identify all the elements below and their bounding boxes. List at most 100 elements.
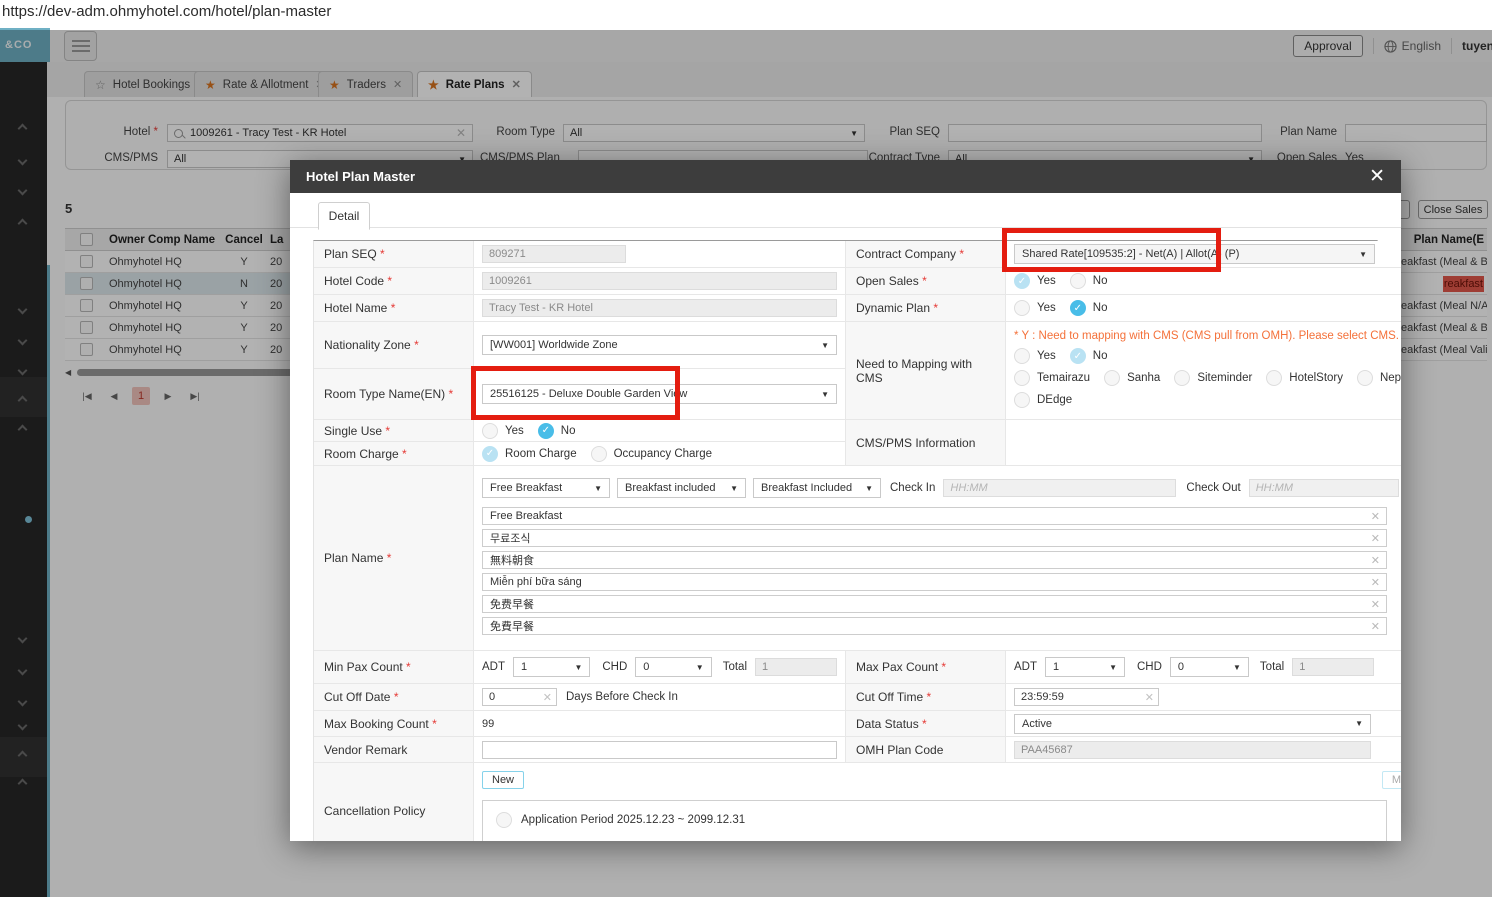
clear-icon[interactable]: ✕ xyxy=(1371,532,1380,545)
check-icon: ✓ xyxy=(1017,275,1027,287)
chevron-down-icon: ▼ xyxy=(1359,249,1367,259)
room-charge-label: Room Charge * xyxy=(314,442,474,466)
omh-plan-code-label: OMH Plan Code xyxy=(846,737,1006,763)
cms-mapping-label: Need to Mapping with CMS xyxy=(846,322,1006,420)
cut-off-time-label: Cut Off Time * xyxy=(846,684,1006,711)
modal-close-icon[interactable]: ✕ xyxy=(1369,167,1385,186)
annotation-room-type xyxy=(471,366,680,420)
max-booking-count-label: Max Booking Count * xyxy=(314,711,474,737)
dynamic-plan-no-radio[interactable]: ✓ xyxy=(1069,300,1086,316)
browser-url-bar: https://dev-adm.ohmyhotel.com/hotel/plan… xyxy=(0,0,1492,30)
cms-mapping-no-radio[interactable]: ✓ xyxy=(1069,348,1086,364)
modal-header: Hotel Plan Master ✕ xyxy=(290,160,1401,193)
cms-pms-information-value xyxy=(1006,420,1401,466)
max-pax-count-label: Max Pax Count * xyxy=(846,651,1006,684)
plan-name-type-select-2[interactable]: Breakfast included ▼ xyxy=(617,478,746,498)
chevron-down-icon: ▼ xyxy=(730,483,738,493)
chevron-down-icon: ▼ xyxy=(865,483,873,493)
hotel-plan-master-modal: Hotel Plan Master ✕ Detail Plan SEQ * Co… xyxy=(290,160,1401,841)
open-sales-yes-radio[interactable]: ✓ xyxy=(1014,273,1030,289)
vendor-remark-input[interactable] xyxy=(482,740,837,759)
cancellation-policy-box: ✓ Application Period 2025.12.23 ~ 2099.1… xyxy=(482,800,1387,841)
occupancy-charge-radio[interactable]: ✓ xyxy=(590,445,607,462)
check-in-input[interactable] xyxy=(943,479,1177,497)
min-pax-adt-select[interactable]: 1 ▼ xyxy=(513,657,591,677)
single-use-no-radio[interactable]: ✓ xyxy=(537,422,554,439)
plan-seq-input xyxy=(482,245,626,263)
cms-mapping-yes-radio[interactable]: ✓ xyxy=(1014,348,1030,364)
screen: https://dev-adm.ohmyhotel.com/hotel/plan… xyxy=(0,0,1492,897)
plan-name-label: Plan Name * xyxy=(314,466,474,651)
check-in-label: Check In xyxy=(890,482,936,494)
min-pax-count-label: Min Pax Count * xyxy=(314,651,474,684)
check-icon: ✓ xyxy=(541,425,550,436)
plan-name-input-en[interactable]: Free Breakfast ✕ xyxy=(482,507,1387,525)
plan-form: Plan SEQ * Contract Company * Shared Rat… xyxy=(313,240,1401,841)
max-pax-chd-select[interactable]: 0 ▼ xyxy=(1169,657,1249,677)
vendor-remark-label: Vendor Remark xyxy=(314,737,474,763)
room-type-name-label: Room Type Name(EN) * xyxy=(314,369,474,420)
policy-radio[interactable]: ✓ xyxy=(496,812,512,828)
clear-icon[interactable]: ✕ xyxy=(1371,598,1380,611)
check-out-input[interactable] xyxy=(1248,479,1399,497)
open-sales-label: Open Sales * xyxy=(846,268,1006,295)
tab-detail[interactable]: Detail xyxy=(318,202,370,230)
plan-name-input-zh-tw[interactable]: 免費早餐 ✕ xyxy=(482,617,1387,635)
nationality-zone-select[interactable]: [WW001] Worldwide Zone ▼ xyxy=(482,335,837,355)
min-pax-chd-select[interactable]: 0 ▼ xyxy=(635,657,712,677)
annotation-contract-company xyxy=(1002,228,1221,272)
clear-icon[interactable]: ✕ xyxy=(1371,576,1380,589)
cms-temairazu-radio[interactable]: ✓ xyxy=(1014,370,1030,386)
dynamic-plan-yes-radio[interactable]: ✓ xyxy=(1014,300,1030,316)
hotel-code-input xyxy=(482,272,837,290)
contract-company-label: Contract Company * xyxy=(846,241,1006,268)
plan-name-input-ja[interactable]: 無料朝食 ✕ xyxy=(482,551,1387,569)
clear-icon[interactable]: ✕ xyxy=(1371,554,1380,567)
data-status-select[interactable]: Active ▼ xyxy=(1014,713,1371,734)
clear-icon[interactable]: ✕ xyxy=(1371,620,1380,633)
cms-neppan-radio[interactable]: ✓ xyxy=(1356,370,1373,386)
check-icon: ✓ xyxy=(1073,302,1082,314)
cms-mapping-note: * Y : Need to mapping with CMS (CMS pull… xyxy=(1014,330,1399,342)
chevron-down-icon: ▼ xyxy=(594,483,602,493)
plan-name-type-select-3[interactable]: Breakfast Included ▼ xyxy=(753,478,881,498)
page-url: https://dev-adm.ohmyhotel.com/hotel/plan… xyxy=(2,3,332,20)
clear-icon[interactable]: ✕ xyxy=(1145,691,1154,704)
min-pax-total-input xyxy=(755,658,837,676)
cms-sanha-radio[interactable]: ✓ xyxy=(1104,370,1121,386)
check-icon: ✓ xyxy=(1073,350,1082,362)
cms-siteminder-radio[interactable]: ✓ xyxy=(1174,370,1191,386)
max-pax-adt-select[interactable]: 1 ▼ xyxy=(1045,657,1125,677)
plan-name-input-zh-cn[interactable]: 免费早餐 ✕ xyxy=(482,595,1387,613)
room-charge-radio[interactable]: ✓ xyxy=(482,445,498,462)
clear-icon[interactable]: ✕ xyxy=(1371,510,1380,523)
max-booking-count-value: 99 xyxy=(474,711,846,737)
policy-text: Cancellation Policy 1 day prior: 100% ch… xyxy=(521,840,1386,841)
plan-name-type-select-1[interactable]: Free Breakfast ▼ xyxy=(482,478,610,498)
data-status-label: Data Status * xyxy=(846,711,1006,737)
plan-seq-label: Plan SEQ * xyxy=(314,241,474,268)
cms-pms-information-label: CMS/PMS Information xyxy=(846,420,1006,466)
modify-policy-button[interactable]: Modify xyxy=(1381,771,1401,789)
single-use-yes-radio[interactable]: ✓ xyxy=(482,422,498,439)
open-sales-no-radio[interactable]: ✓ xyxy=(1069,273,1086,289)
max-pax-total-input xyxy=(1292,658,1375,676)
chevron-down-icon: ▼ xyxy=(695,662,704,672)
cms-hotelstory-radio[interactable]: ✓ xyxy=(1266,370,1283,386)
application-period: Application Period 2025.12.23 ~ 2099.12.… xyxy=(521,814,746,826)
cut-off-date-label: Cut Off Date * xyxy=(314,684,474,711)
modal-tab-bar: Detail xyxy=(290,193,1401,230)
hotel-name-input xyxy=(482,299,837,317)
plan-name-input-vi[interactable]: Miễn phí bữa sáng ✕ xyxy=(482,573,1387,591)
hotel-code-label: Hotel Code * xyxy=(314,268,474,295)
modal-title: Hotel Plan Master xyxy=(306,169,416,184)
clear-icon[interactable]: ✕ xyxy=(543,691,552,704)
omh-plan-code-input xyxy=(1014,740,1371,759)
plan-name-input-ko[interactable]: 무료조식 ✕ xyxy=(482,529,1387,547)
chevron-down-icon: ▼ xyxy=(821,340,829,350)
check-out-label: Check Out xyxy=(1186,482,1241,494)
cms-dedge-radio[interactable]: ✓ xyxy=(1014,392,1030,408)
new-policy-button[interactable]: New xyxy=(482,771,525,789)
chevron-down-icon: ▼ xyxy=(574,662,583,672)
cut-off-time-input[interactable] xyxy=(1014,688,1159,706)
